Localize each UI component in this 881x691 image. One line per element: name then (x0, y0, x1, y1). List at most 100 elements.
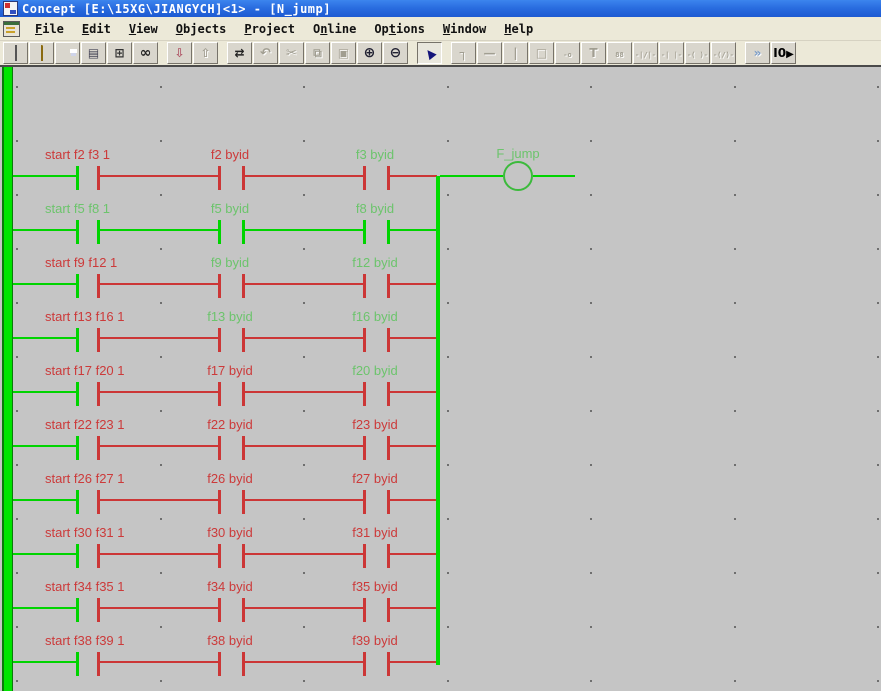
zoom-in-button[interactable]: ⊕ (357, 42, 382, 64)
grid-dot (160, 86, 162, 88)
cut-button: ✂ (279, 42, 304, 64)
menu-edit[interactable]: Edit (73, 19, 120, 39)
grid-dot (16, 518, 18, 520)
contact[interactable] (218, 489, 245, 515)
menu-help[interactable]: Help (495, 19, 542, 39)
contact[interactable] (363, 543, 390, 569)
contact-bar (387, 382, 390, 406)
menu-view[interactable]: View (120, 19, 167, 39)
menu-project[interactable]: Project (235, 19, 304, 39)
contact[interactable] (363, 597, 390, 623)
contact[interactable] (363, 219, 390, 245)
contact-bar (97, 490, 100, 514)
grid-dot (303, 248, 305, 250)
grid-dot (590, 626, 592, 628)
transfer-button[interactable]: ⇄ (227, 42, 252, 64)
child-window-icon[interactable] (3, 21, 20, 37)
contact[interactable] (218, 543, 245, 569)
wire-segment (13, 499, 76, 501)
grid-dot (16, 248, 18, 250)
wire-segment (390, 391, 437, 393)
contact[interactable] (363, 381, 390, 407)
menu-options[interactable]: Options (365, 19, 434, 39)
open-folder-button[interactable] (29, 42, 54, 64)
grid-dot (877, 464, 879, 466)
contact-bar (363, 652, 366, 676)
wire-segment (390, 175, 437, 177)
contact-bar (218, 382, 221, 406)
contact[interactable] (363, 327, 390, 353)
contact-label: f20 byid (315, 363, 435, 378)
contact[interactable] (218, 165, 245, 191)
ladder-editor-canvas[interactable]: start f2 f3 1f2 byidf3 byidstart f5 f8 1… (0, 67, 881, 691)
wire-segment (440, 175, 503, 177)
contact-bar (387, 166, 390, 190)
grid-dot (16, 626, 18, 628)
grid-dot (303, 302, 305, 304)
animation-button[interactable]: I0▶ (771, 42, 796, 64)
menu-file[interactable]: File (26, 19, 73, 39)
grid-dot (590, 302, 592, 304)
coil-tool-icon: -( )- (687, 46, 708, 60)
new-document-button[interactable] (3, 42, 28, 64)
contact-label: f38 byid (170, 633, 290, 648)
coil[interactable] (503, 161, 533, 191)
contact-label: f17 byid (170, 363, 290, 378)
hline-tool-button: — (477, 42, 502, 64)
properties-button[interactable]: ▤ (81, 42, 106, 64)
grid-dot (16, 86, 18, 88)
coil-nc-tool-icon: -(/)- (713, 46, 734, 60)
wire-segment (390, 337, 437, 339)
menu-window[interactable]: Window (434, 19, 495, 39)
contact[interactable] (218, 651, 245, 677)
contact-bar (218, 274, 221, 298)
delete-trash-icon: ⇩ (174, 46, 184, 60)
contact-label: start f13 f16 1 (45, 309, 125, 324)
contact[interactable] (218, 327, 245, 353)
cut-icon: ✂ (286, 46, 297, 61)
wire-segment (245, 499, 363, 501)
wire-segment (13, 283, 76, 285)
contact[interactable] (363, 435, 390, 461)
contact-bar (363, 436, 366, 460)
contact-bar (363, 166, 366, 190)
contact[interactable] (218, 435, 245, 461)
wire-segment (13, 553, 76, 555)
menu-objects[interactable]: Objects (167, 19, 236, 39)
wire-segment (13, 607, 76, 609)
contact-bar (76, 274, 79, 298)
grid-dot (590, 680, 592, 682)
grid-dot (734, 680, 736, 682)
contact[interactable] (363, 489, 390, 515)
contact[interactable] (218, 381, 245, 407)
grid-dot (734, 356, 736, 358)
grid-dot (734, 302, 736, 304)
contact-bar (97, 544, 100, 568)
menu-online[interactable]: Online (304, 19, 365, 39)
grid-dot (16, 302, 18, 304)
project-browser-button[interactable]: ⊞ (107, 42, 132, 64)
search-button[interactable]: ∞ (133, 42, 158, 64)
grid-dot (160, 248, 162, 250)
contact-bar (363, 328, 366, 352)
save-button[interactable] (55, 42, 80, 64)
grid-dot (303, 194, 305, 196)
grid-dot (877, 626, 879, 628)
toolbar: ▤⊞∞⇩⇧⇄↶✂⧉▣⊕⊖▲┐—|□-oT88-|/|--| |--( )--(/… (0, 41, 881, 67)
text-tool-button: T (581, 42, 606, 64)
copy-icon: ⧉ (313, 46, 322, 61)
contact[interactable] (363, 165, 390, 191)
select-tool-button[interactable]: ▲ (417, 42, 442, 64)
wire-segment (13, 175, 76, 177)
contact[interactable] (363, 651, 390, 677)
contact[interactable] (218, 273, 245, 299)
grid-dot (160, 302, 162, 304)
contact[interactable] (363, 273, 390, 299)
contact[interactable] (218, 219, 245, 245)
contact-bar (363, 274, 366, 298)
contact-bar (242, 436, 245, 460)
zoom-out-button[interactable]: ⊖ (383, 42, 408, 64)
vline-tool-button: | (503, 42, 528, 64)
contact[interactable] (218, 597, 245, 623)
delete-trash-button[interactable]: ⇩ (167, 42, 192, 64)
